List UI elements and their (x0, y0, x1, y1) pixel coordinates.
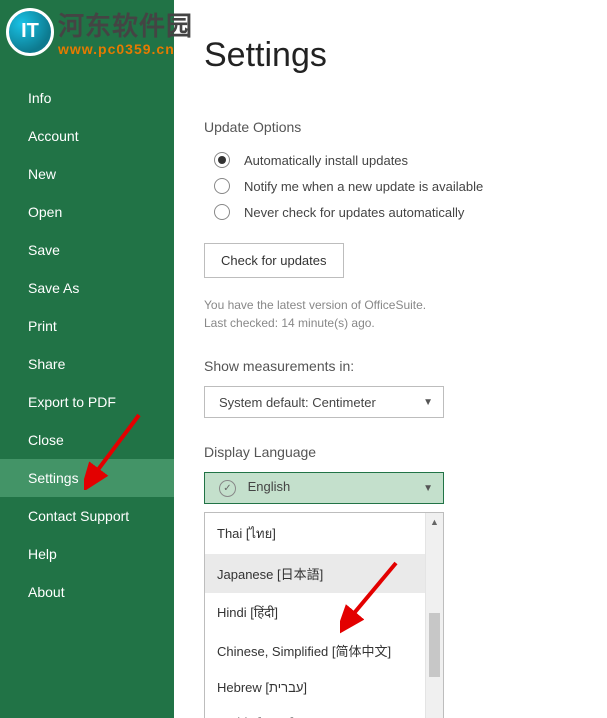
sidebar-item-label: Open (28, 204, 62, 220)
lang-option-arabic[interactable]: Arabic [عربى] (205, 705, 425, 718)
sidebar-item-label: Account (28, 128, 79, 144)
status-line: Last checked: 14 minute(s) ago. (204, 314, 577, 332)
radio-auto-install[interactable]: Automatically install updates (204, 147, 577, 173)
radio-label: Automatically install updates (244, 153, 408, 168)
back-arrow-icon (20, 26, 48, 54)
sidebar-item-account[interactable]: Account (0, 117, 174, 155)
sidebar-item-label: Save As (28, 280, 79, 296)
sidebar-item-share[interactable]: Share (0, 345, 174, 383)
radio-icon (214, 204, 230, 220)
content-pane: Settings Update Options Automatically in… (174, 0, 607, 718)
sidebar-item-label: Export to PDF (28, 394, 116, 410)
update-options-label: Update Options (204, 119, 577, 135)
language-label: Display Language (204, 444, 577, 460)
sidebar-item-label: Save (28, 242, 60, 258)
radio-never[interactable]: Never check for updates automatically (204, 199, 577, 225)
sidebar-item-label: New (28, 166, 56, 182)
radio-label: Never check for updates automatically (244, 205, 464, 220)
chevron-down-icon: ▼ (423, 483, 433, 494)
back-button[interactable] (0, 26, 174, 79)
sidebar-item-settings[interactable]: Settings (0, 459, 174, 497)
sidebar-item-new[interactable]: New (0, 155, 174, 193)
scroll-thumb[interactable] (429, 613, 440, 677)
measurements-select[interactable]: System default: Centimeter ▼ (204, 386, 444, 418)
sidebar-item-export-pdf[interactable]: Export to PDF (0, 383, 174, 421)
sidebar-item-help[interactable]: Help (0, 535, 174, 573)
sidebar-item-label: Share (28, 356, 65, 372)
page-title: Settings (204, 36, 577, 75)
measurements-label: Show measurements in: (204, 358, 577, 374)
language-select[interactable]: ✓ English ▼ (204, 472, 444, 504)
sidebar-item-label: About (28, 584, 65, 600)
sidebar-item-save-as[interactable]: Save As (0, 269, 174, 307)
sidebar-item-info[interactable]: Info (0, 79, 174, 117)
lang-option-thai[interactable]: Thai [ไทย] (205, 513, 425, 554)
status-line: You have the latest version of OfficeSui… (204, 296, 577, 314)
lang-option-chinese-simplified[interactable]: Chinese, Simplified [简体中文] (205, 631, 425, 670)
sidebar-item-label: Info (28, 90, 51, 106)
radio-label: Notify me when a new update is available (244, 179, 483, 194)
sidebar: Info Account New Open Save Save As Print… (0, 0, 174, 718)
sidebar-item-label: Help (28, 546, 57, 562)
option-label: Hindi [हिंदी] (217, 605, 278, 620)
sidebar-item-label: Contact Support (28, 508, 129, 524)
scroll-up-icon[interactable]: ▲ (426, 513, 443, 531)
chevron-down-icon: ▼ (423, 397, 433, 408)
sidebar-item-about[interactable]: About (0, 573, 174, 611)
update-status: You have the latest version of OfficeSui… (204, 296, 577, 332)
globe-icon: ✓ (219, 480, 236, 497)
lang-option-hindi[interactable]: Hindi [हिंदी] (205, 593, 425, 631)
select-value: English (248, 479, 291, 494)
sidebar-item-open[interactable]: Open (0, 193, 174, 231)
sidebar-item-contact-support[interactable]: Contact Support (0, 497, 174, 535)
sidebar-item-print[interactable]: Print (0, 307, 174, 345)
language-dropdown: Thai [ไทย] Japanese [日本語] Hindi [हिंदी] … (204, 512, 444, 718)
sidebar-item-save[interactable]: Save (0, 231, 174, 269)
sidebar-item-label: Print (28, 318, 57, 334)
option-label: Japanese [日本語] (217, 567, 323, 582)
sidebar-item-label: Close (28, 432, 64, 448)
lang-option-hebrew[interactable]: Hebrew [עברית] (205, 670, 425, 705)
option-label: Thai [ไทย] (217, 526, 276, 541)
select-value: System default: Centimeter (219, 395, 376, 410)
scrollbar[interactable]: ▲ ▼ (425, 513, 443, 718)
update-radio-group: Automatically install updates Notify me … (204, 147, 577, 225)
radio-notify[interactable]: Notify me when a new update is available (204, 173, 577, 199)
sidebar-item-close[interactable]: Close (0, 421, 174, 459)
lang-option-japanese[interactable]: Japanese [日本語] (205, 554, 425, 593)
radio-icon (214, 152, 230, 168)
sidebar-item-label: Settings (28, 470, 79, 486)
radio-icon (214, 178, 230, 194)
check-updates-button[interactable]: Check for updates (204, 243, 344, 278)
option-label: Hebrew [עברית] (217, 680, 307, 695)
option-label: Chinese, Simplified [简体中文] (217, 644, 391, 659)
